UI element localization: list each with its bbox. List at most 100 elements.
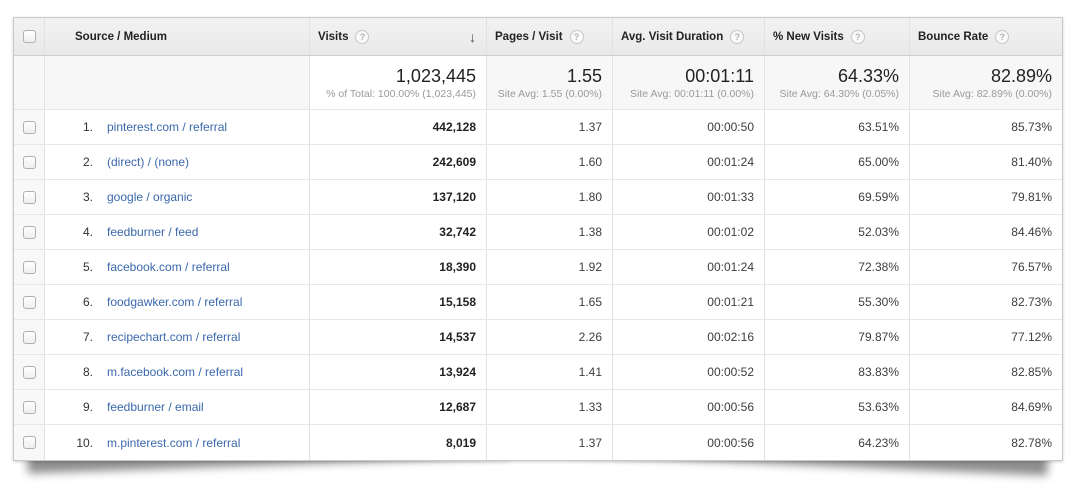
row-checkbox[interactable] bbox=[23, 296, 36, 309]
bounce-rate-cell: 85.73% bbox=[910, 110, 1062, 144]
row-checkbox[interactable] bbox=[23, 226, 36, 239]
avg-visit-duration-cell: 00:01:02 bbox=[613, 215, 765, 249]
avg-visit-duration-cell: 00:00:56 bbox=[613, 425, 765, 460]
help-icon[interactable]: ? bbox=[851, 30, 865, 44]
avg-visit-duration-cell: 00:00:56 bbox=[613, 390, 765, 424]
source-medium-link[interactable]: recipechart.com / referral bbox=[107, 330, 240, 344]
sort-descending-icon[interactable]: ↓ bbox=[469, 29, 478, 45]
summary-empty-cell bbox=[14, 56, 45, 109]
source-medium-cell: 4. feedburner / feed bbox=[45, 215, 310, 249]
row-checkbox-cell bbox=[14, 250, 45, 284]
row-checkbox[interactable] bbox=[23, 191, 36, 204]
help-icon[interactable]: ? bbox=[995, 30, 1009, 44]
visits-cell: 137,120 bbox=[310, 180, 487, 214]
row-checkbox[interactable] bbox=[23, 401, 36, 414]
summary-new-visits-subtext: Site Avg: 64.30% (0.05%) bbox=[780, 87, 899, 101]
row-rank: 6. bbox=[45, 295, 93, 309]
table-row: 5. facebook.com / referral 18,390 1.92 0… bbox=[14, 250, 1062, 285]
pages-per-visit-cell: 2.26 bbox=[487, 320, 613, 354]
row-rank: 1. bbox=[45, 120, 93, 134]
column-header-bounce-rate[interactable]: Bounce Rate ? bbox=[910, 18, 1062, 55]
row-checkbox-cell bbox=[14, 355, 45, 389]
pct-new-visits-cell: 72.38% bbox=[765, 250, 910, 284]
summary-visits: 1,023,445 % of Total: 100.00% (1,023,445… bbox=[310, 56, 487, 109]
row-rank: 4. bbox=[45, 225, 93, 239]
pct-new-visits-cell: 64.23% bbox=[765, 425, 910, 460]
table-row: 3. google / organic 137,120 1.80 00:01:3… bbox=[14, 180, 1062, 215]
visits-cell: 13,924 bbox=[310, 355, 487, 389]
help-icon[interactable]: ? bbox=[730, 30, 744, 44]
source-medium-cell: 8. m.facebook.com / referral bbox=[45, 355, 310, 389]
summary-avg-visit-duration: 00:01:11 Site Avg: 00:01:11 (0.00%) bbox=[613, 56, 765, 109]
source-medium-link[interactable]: pinterest.com / referral bbox=[107, 120, 227, 134]
row-rank: 5. bbox=[45, 260, 93, 274]
table-row: 4. feedburner / feed 32,742 1.38 00:01:0… bbox=[14, 215, 1062, 250]
bounce-rate-cell: 79.81% bbox=[910, 180, 1062, 214]
summary-pages-subtext: Site Avg: 1.55 (0.00%) bbox=[498, 87, 602, 101]
table-row: 1. pinterest.com / referral 442,128 1.37… bbox=[14, 110, 1062, 145]
pages-per-visit-cell: 1.65 bbox=[487, 285, 613, 319]
row-checkbox[interactable] bbox=[23, 436, 36, 449]
help-icon[interactable]: ? bbox=[570, 30, 584, 44]
column-header-source-medium[interactable]: Source / Medium bbox=[45, 18, 310, 55]
source-medium-link[interactable]: (direct) / (none) bbox=[107, 155, 189, 169]
pages-per-visit-cell: 1.60 bbox=[487, 145, 613, 179]
bounce-rate-cell: 77.12% bbox=[910, 320, 1062, 354]
source-medium-link[interactable]: google / organic bbox=[107, 190, 192, 204]
table-row: 9. feedburner / email 12,687 1.33 00:00:… bbox=[14, 390, 1062, 425]
visits-cell: 14,537 bbox=[310, 320, 487, 354]
column-header-pages-per-visit[interactable]: Pages / Visit ? bbox=[487, 18, 613, 55]
source-medium-link[interactable]: feedburner / email bbox=[107, 400, 204, 414]
summary-visits-subtext: % of Total: 100.00% (1,023,445) bbox=[326, 87, 476, 101]
column-header-avg-visit-duration[interactable]: Avg. Visit Duration ? bbox=[613, 18, 765, 55]
column-header-pct-new-visits[interactable]: % New Visits ? bbox=[765, 18, 910, 55]
source-medium-link[interactable]: m.pinterest.com / referral bbox=[107, 436, 240, 450]
source-medium-cell: 3. google / organic bbox=[45, 180, 310, 214]
row-checkbox[interactable] bbox=[23, 331, 36, 344]
row-checkbox[interactable] bbox=[23, 366, 36, 379]
avg-visit-duration-cell: 00:01:33 bbox=[613, 180, 765, 214]
bounce-rate-header-label: Bounce Rate bbox=[918, 31, 988, 43]
summary-new-visits-value: 64.33% bbox=[838, 65, 899, 87]
summary-row: 1,023,445 % of Total: 100.00% (1,023,445… bbox=[14, 56, 1062, 110]
pct-new-visits-cell: 65.00% bbox=[765, 145, 910, 179]
row-rank: 8. bbox=[45, 365, 93, 379]
avg-visit-duration-header-label: Avg. Visit Duration bbox=[621, 31, 723, 43]
source-medium-link[interactable]: foodgawker.com / referral bbox=[107, 295, 242, 309]
row-checkbox[interactable] bbox=[23, 121, 36, 134]
visits-cell: 442,128 bbox=[310, 110, 487, 144]
source-medium-link[interactable]: facebook.com / referral bbox=[107, 260, 230, 274]
avg-visit-duration-cell: 00:01:21 bbox=[613, 285, 765, 319]
bounce-rate-cell: 84.69% bbox=[910, 390, 1062, 424]
avg-visit-duration-cell: 00:00:52 bbox=[613, 355, 765, 389]
visits-cell: 242,609 bbox=[310, 145, 487, 179]
source-medium-cell: 5. facebook.com / referral bbox=[45, 250, 310, 284]
summary-duration-subtext: Site Avg: 00:01:11 (0.00%) bbox=[630, 87, 754, 101]
source-medium-cell: 2. (direct) / (none) bbox=[45, 145, 310, 179]
pct-new-visits-cell: 79.87% bbox=[765, 320, 910, 354]
visits-cell: 32,742 bbox=[310, 215, 487, 249]
pages-per-visit-cell: 1.33 bbox=[487, 390, 613, 424]
visits-cell: 8,019 bbox=[310, 425, 487, 460]
pct-new-visits-cell: 55.30% bbox=[765, 285, 910, 319]
table-row: 7. recipechart.com / referral 14,537 2.2… bbox=[14, 320, 1062, 355]
source-medium-cell: 10. m.pinterest.com / referral bbox=[45, 425, 310, 460]
row-rank: 10. bbox=[45, 436, 93, 450]
row-checkbox-cell bbox=[14, 110, 45, 144]
row-checkbox[interactable] bbox=[23, 261, 36, 274]
column-header-visits[interactable]: Visits ? ↓ bbox=[310, 18, 487, 55]
help-icon[interactable]: ? bbox=[355, 30, 369, 44]
row-checkbox[interactable] bbox=[23, 156, 36, 169]
pages-per-visit-cell: 1.37 bbox=[487, 110, 613, 144]
row-checkbox-cell bbox=[14, 425, 45, 460]
source-medium-link[interactable]: feedburner / feed bbox=[107, 225, 198, 239]
row-checkbox-cell bbox=[14, 285, 45, 319]
select-all-checkbox[interactable] bbox=[23, 30, 36, 43]
row-rank: 3. bbox=[45, 190, 93, 204]
pages-per-visit-cell: 1.41 bbox=[487, 355, 613, 389]
source-medium-link[interactable]: m.facebook.com / referral bbox=[107, 365, 243, 379]
summary-pct-new-visits: 64.33% Site Avg: 64.30% (0.05%) bbox=[765, 56, 910, 109]
bounce-rate-cell: 81.40% bbox=[910, 145, 1062, 179]
summary-visits-value: 1,023,445 bbox=[396, 65, 476, 87]
row-checkbox-cell bbox=[14, 215, 45, 249]
